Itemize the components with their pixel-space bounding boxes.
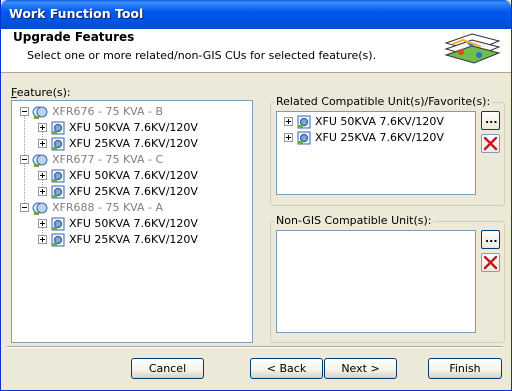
feature-label: XFR677 - 75 KVA - C <box>52 153 164 166</box>
tree-node-feature[interactable]: XFR676 - 75 KVA - B <box>12 104 252 120</box>
related-cu-list[interactable]: XFU 50KVA 7.6KV/120V XFU 25KVA 7.6KV/120… <box>276 111 476 195</box>
cancel-button[interactable]: Cancel <box>131 358 204 379</box>
transformer-group-icon <box>32 154 48 167</box>
compatible-unit-icon <box>51 169 65 183</box>
red-x-icon <box>483 136 498 151</box>
compatible-unit-icon <box>51 185 65 199</box>
cu-label: XFU 50KVA 7.6KV/120V <box>69 121 198 134</box>
expand-toggle[interactable] <box>38 171 47 180</box>
tree-node-cu[interactable]: XFU 50KVA 7.6KV/120V <box>12 216 252 232</box>
tree-node-cu[interactable]: XFU 25KVA 7.6KV/120V <box>12 136 252 152</box>
features-label: Feature(s): <box>11 86 71 99</box>
feature-label: XFR676 - 75 KVA - B <box>52 105 164 118</box>
cu-label: XFU 50KVA 7.6KV/120V <box>69 217 198 230</box>
nongis-cu-label: Non-GIS Compatible Unit(s): <box>274 214 434 227</box>
red-x-icon <box>483 255 498 270</box>
cu-label: XFU 25KVA 7.6KV/120V <box>69 137 198 150</box>
compatible-unit-icon <box>297 115 311 129</box>
related-browse-button[interactable]: ... <box>481 111 500 130</box>
expand-toggle[interactable] <box>38 123 47 132</box>
collapse-toggle[interactable] <box>20 203 29 212</box>
map-layers-icon <box>444 33 501 64</box>
compatible-unit-icon <box>51 121 65 135</box>
tree-node-feature[interactable]: XFR688 - 75 KVA - A <box>12 200 252 216</box>
window-title: Work Function Tool <box>9 6 144 21</box>
expand-toggle[interactable] <box>38 235 47 244</box>
collapse-toggle[interactable] <box>20 107 29 116</box>
tree-node-feature[interactable]: XFR677 - 75 KVA - C <box>12 152 252 168</box>
cu-label: XFU 25KVA 7.6KV/120V <box>69 185 198 198</box>
compatible-unit-icon <box>51 233 65 247</box>
next-button[interactable]: Next > <box>324 358 397 379</box>
related-delete-button[interactable] <box>481 134 500 153</box>
dialog-window: Work Function Tool Upgrade Features Sele… <box>0 0 512 391</box>
compatible-unit-icon <box>51 217 65 231</box>
tree-node-cu[interactable]: XFU 25KVA 7.6KV/120V <box>277 130 475 146</box>
tree-node-cu[interactable]: XFU 25KVA 7.6KV/120V <box>12 232 252 248</box>
collapse-toggle[interactable] <box>20 155 29 164</box>
related-cu-label: Related Compatible Unit(s)/Favorite(s): <box>274 95 493 108</box>
cu-label: XFU 50KVA 7.6KV/120V <box>69 169 198 182</box>
expand-toggle[interactable] <box>38 187 47 196</box>
cu-label: XFU 25KVA 7.6KV/120V <box>315 131 444 144</box>
footer-separator <box>7 346 503 348</box>
wizard-header: Upgrade Features Select one or more rela… <box>1 29 511 73</box>
compatible-unit-icon <box>51 137 65 151</box>
nongis-cu-list[interactable] <box>276 230 476 333</box>
tree-node-cu[interactable]: XFU 50KVA 7.6KV/120V <box>277 114 475 130</box>
title-bar[interactable]: Work Function Tool <box>1 0 511 29</box>
finish-button[interactable]: Finish <box>428 358 502 379</box>
compatible-unit-icon <box>297 131 311 145</box>
cu-label: XFU 25KVA 7.6KV/120V <box>69 233 198 246</box>
page-title: Upgrade Features <box>13 30 135 44</box>
expand-toggle[interactable] <box>38 139 47 148</box>
transformer-group-icon <box>32 106 48 119</box>
tree-node-cu[interactable]: XFU 50KVA 7.6KV/120V <box>12 120 252 136</box>
page-subtitle: Select one or more related/non-GIS CUs f… <box>27 49 377 62</box>
tree-node-cu[interactable]: XFU 50KVA 7.6KV/120V <box>12 168 252 184</box>
nongis-browse-button[interactable]: ... <box>481 230 500 249</box>
nongis-delete-button[interactable] <box>481 253 500 272</box>
tree-node-cu[interactable]: XFU 25KVA 7.6KV/120V <box>12 184 252 200</box>
features-tree[interactable]: XFR676 - 75 KVA - B XFU 50KVA 7.6KV/120V… <box>11 100 253 343</box>
cu-label: XFU 50KVA 7.6KV/120V <box>315 115 444 128</box>
expand-toggle[interactable] <box>284 133 293 142</box>
back-button[interactable]: < Back <box>250 358 323 379</box>
expand-toggle[interactable] <box>284 117 293 126</box>
transformer-group-icon <box>32 202 48 215</box>
expand-toggle[interactable] <box>38 219 47 228</box>
feature-label: XFR688 - 75 KVA - A <box>52 201 164 214</box>
